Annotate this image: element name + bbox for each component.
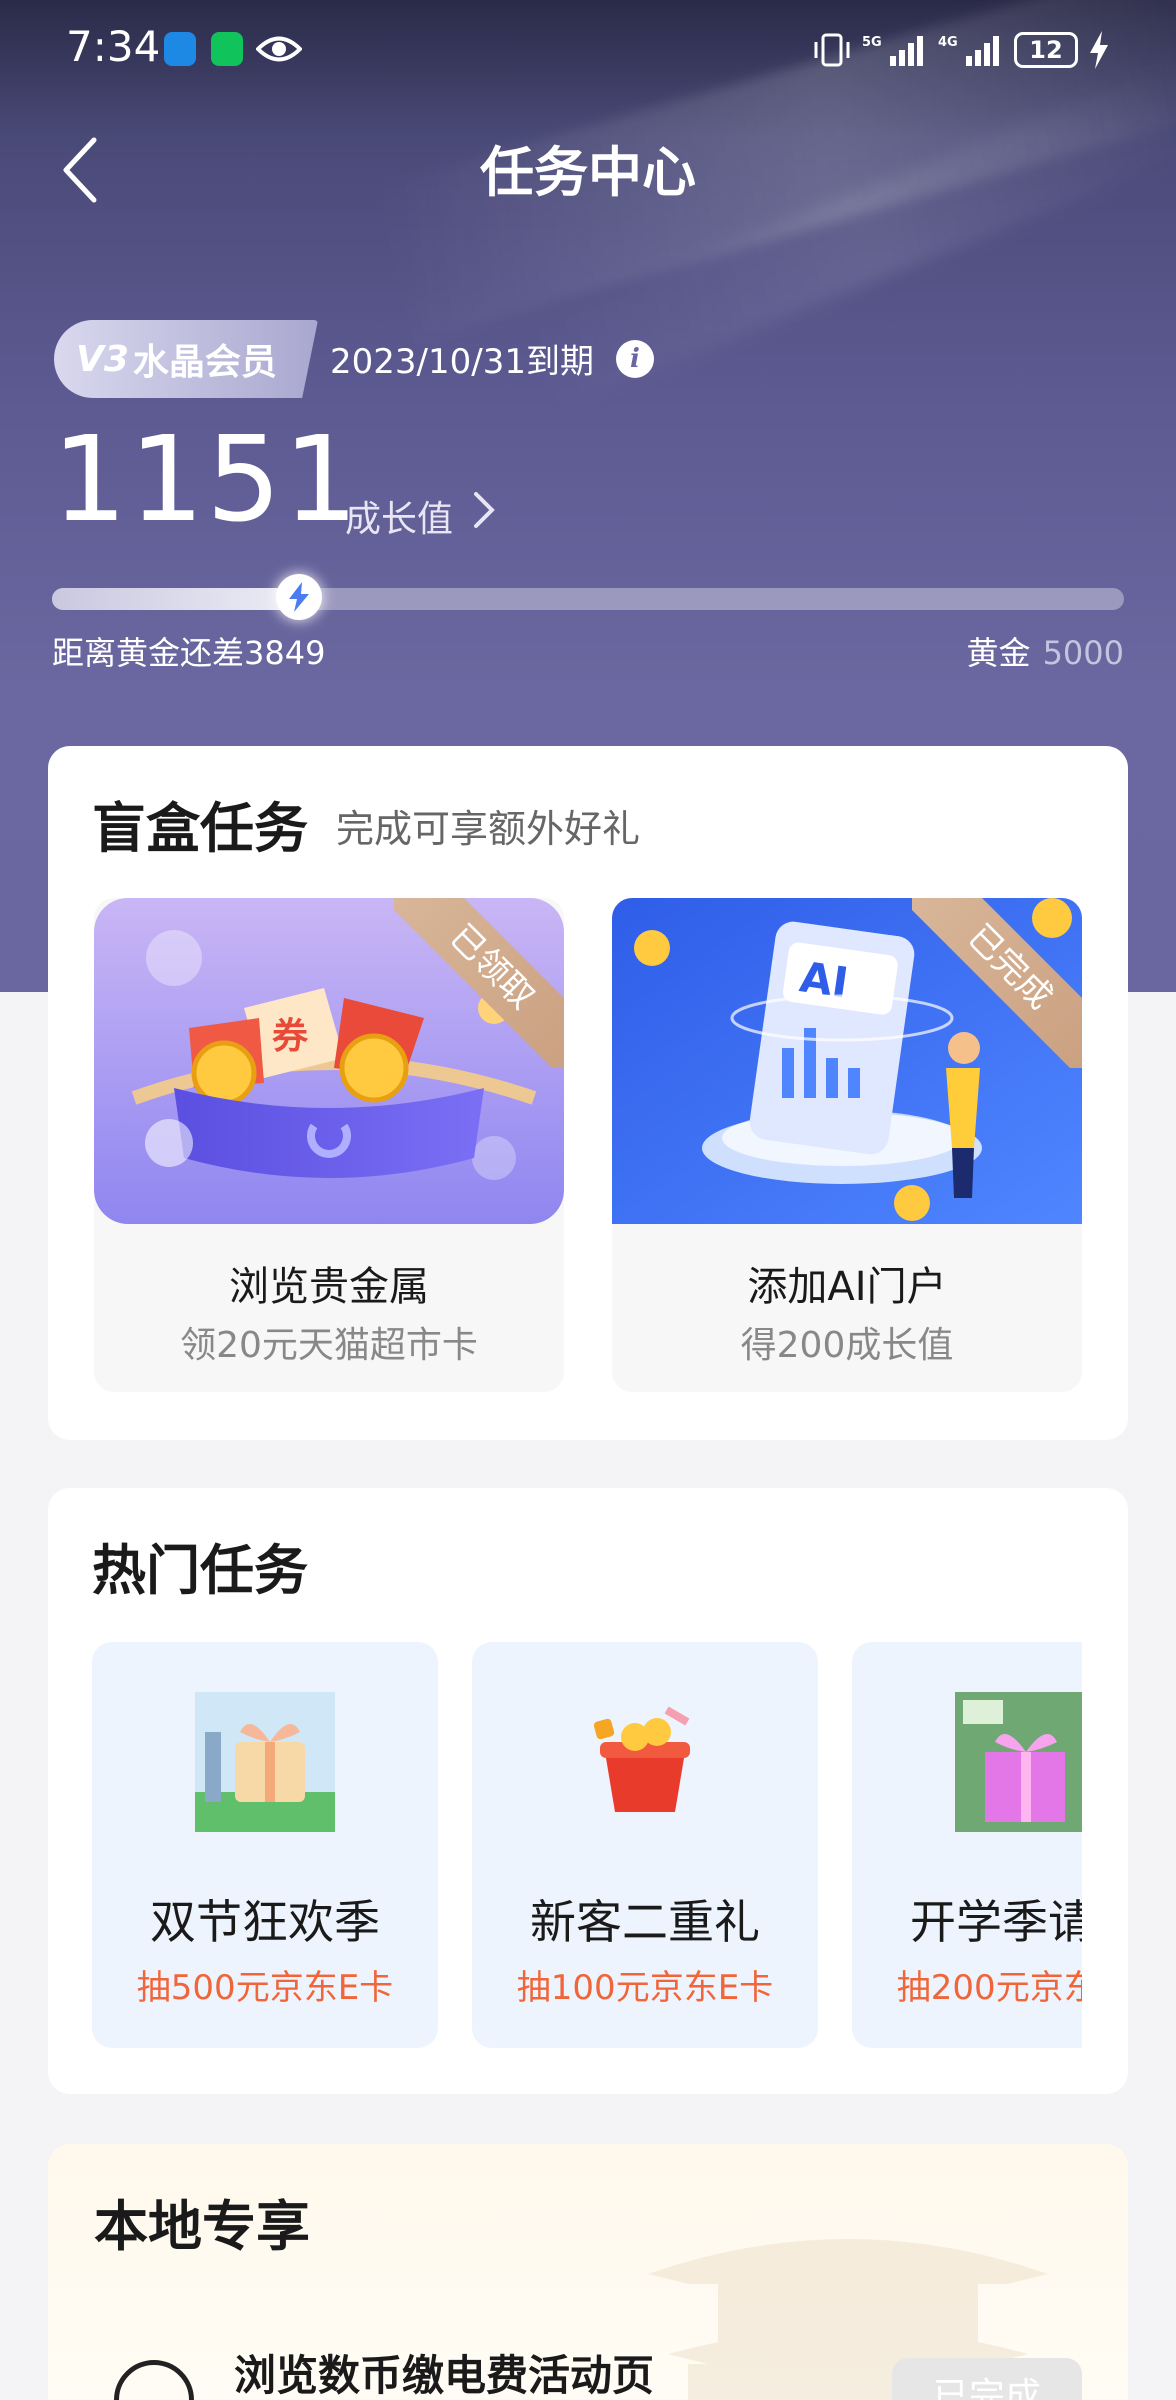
message-app-icon xyxy=(164,32,196,66)
member-level-badge[interactable]: V3 水晶会员 xyxy=(54,320,318,398)
progress-remaining-text: 距离黄金还差3849 xyxy=(52,634,326,672)
progress-fill xyxy=(52,588,299,610)
level-name: 水晶会员 xyxy=(132,342,277,383)
hot-task-name: 开学季请客 xyxy=(910,1895,1082,1949)
hot-task-desc: 抽500元京东E卡 xyxy=(136,1968,394,2008)
claimed-ribbon: 已领取 xyxy=(394,898,564,1068)
film-reel-icon xyxy=(114,2360,194,2400)
hot-task-desc: 抽100元京东E卡 xyxy=(516,1968,774,2008)
blind-box-item-ai-portal[interactable]: AI 已完成 添加AI门户 得200成长值 xyxy=(612,898,1082,1392)
svg-text:券: 券 xyxy=(272,1016,309,1057)
wechat-app-icon xyxy=(211,32,243,66)
info-icon[interactable]: i xyxy=(616,340,654,378)
blind-box-item-precious-metals[interactable]: 券 已领取 浏览贵金属 领20元天猫超市卡 xyxy=(94,898,564,1392)
hot-task-item[interactable]: 双节狂欢季 抽500元京东E卡 xyxy=(92,1642,438,2048)
page-title: 任务中心 xyxy=(480,141,696,204)
festival-gift-icon xyxy=(195,1692,335,1832)
hot-task-name: 双节狂欢季 xyxy=(150,1895,380,1949)
eye-icon xyxy=(256,36,302,62)
local-exclusive-card: 本地专享 浏览数币缴电费活动页 已完成 xyxy=(48,2144,1128,2400)
hot-task-name: 新客二重礼 xyxy=(530,1895,760,1949)
blind-box-item-name: 浏览贵金属 xyxy=(229,1264,429,1310)
hot-task-desc: 抽200元京东E卡 xyxy=(896,1968,1082,2008)
svg-text:4G: 4G xyxy=(938,35,958,50)
red-gift-box-icon xyxy=(593,1706,690,1812)
blind-box-title: 盲盒任务 xyxy=(92,797,308,860)
hot-tasks-card: 热门任务 双节狂欢季 抽500元京东E卡 新客二重礼 抽100元京东E卡 开学季… xyxy=(48,1488,1128,2094)
local-title: 本地专享 xyxy=(94,2195,310,2258)
blind-box-card: 盲盒任务 完成可享额外好礼 券 已领取 浏览贵金属 领20元天猫超市卡 AI 已… xyxy=(48,746,1128,1440)
blind-box-item-name: 添加AI门户 xyxy=(747,1264,947,1310)
growth-progress-bar xyxy=(52,588,1124,610)
svg-text:5G: 5G xyxy=(862,35,882,50)
battery-icon: 12 xyxy=(1014,32,1078,68)
vibrate-icon xyxy=(814,33,850,67)
charging-icon xyxy=(1090,31,1108,69)
ribbon-label: 已领取 xyxy=(394,898,564,1068)
next-level-name: 黄金 xyxy=(966,634,1031,672)
signal-4g-icon: 4G xyxy=(938,35,999,66)
growth-label[interactable]: 成长值 xyxy=(345,490,453,542)
expire-date: 2023/10/31到期 xyxy=(330,342,594,382)
ai-image-text: AI xyxy=(797,952,851,1007)
growth-value: 1151 xyxy=(52,410,361,548)
status-bar: 7:34 5G 4G 12 xyxy=(0,0,1176,100)
next-level-value: 5000 xyxy=(1042,634,1124,672)
blind-box-item-desc: 得200成长值 xyxy=(740,1325,954,1366)
level-badge-v: V3 xyxy=(76,338,129,380)
blind-box-item-desc: 领20元天猫超市卡 xyxy=(180,1325,478,1366)
hot-tasks-title: 热门任务 xyxy=(92,1539,308,1602)
signal-5g-icon: 5G xyxy=(862,35,923,66)
chevron-right-icon[interactable] xyxy=(472,488,498,532)
local-task-name: 浏览数币缴电费活动页 xyxy=(234,2351,655,2400)
status-time: 7:34 xyxy=(66,22,161,71)
progress-knob-icon xyxy=(275,574,322,620)
hot-task-item[interactable]: 开学季请客 抽200元京东E卡 xyxy=(852,1642,1082,2048)
school-gift-icon xyxy=(955,1692,1082,1832)
local-task-status-button[interactable]: 已完成 xyxy=(892,2358,1082,2400)
ribbon-label: 已完成 xyxy=(912,898,1082,1068)
hot-tasks-carousel[interactable]: 双节狂欢季 抽500元京东E卡 新客二重礼 抽100元京东E卡 开学季请 抽20… xyxy=(92,1642,1082,2052)
completed-ribbon: 已完成 xyxy=(912,898,1082,1068)
next-level-label: 黄金 5000 xyxy=(967,628,1124,674)
blind-box-subtitle: 完成可享额外好礼 xyxy=(336,807,641,851)
hot-task-item[interactable]: 新客二重礼 抽100元京东E卡 xyxy=(472,1642,818,2048)
